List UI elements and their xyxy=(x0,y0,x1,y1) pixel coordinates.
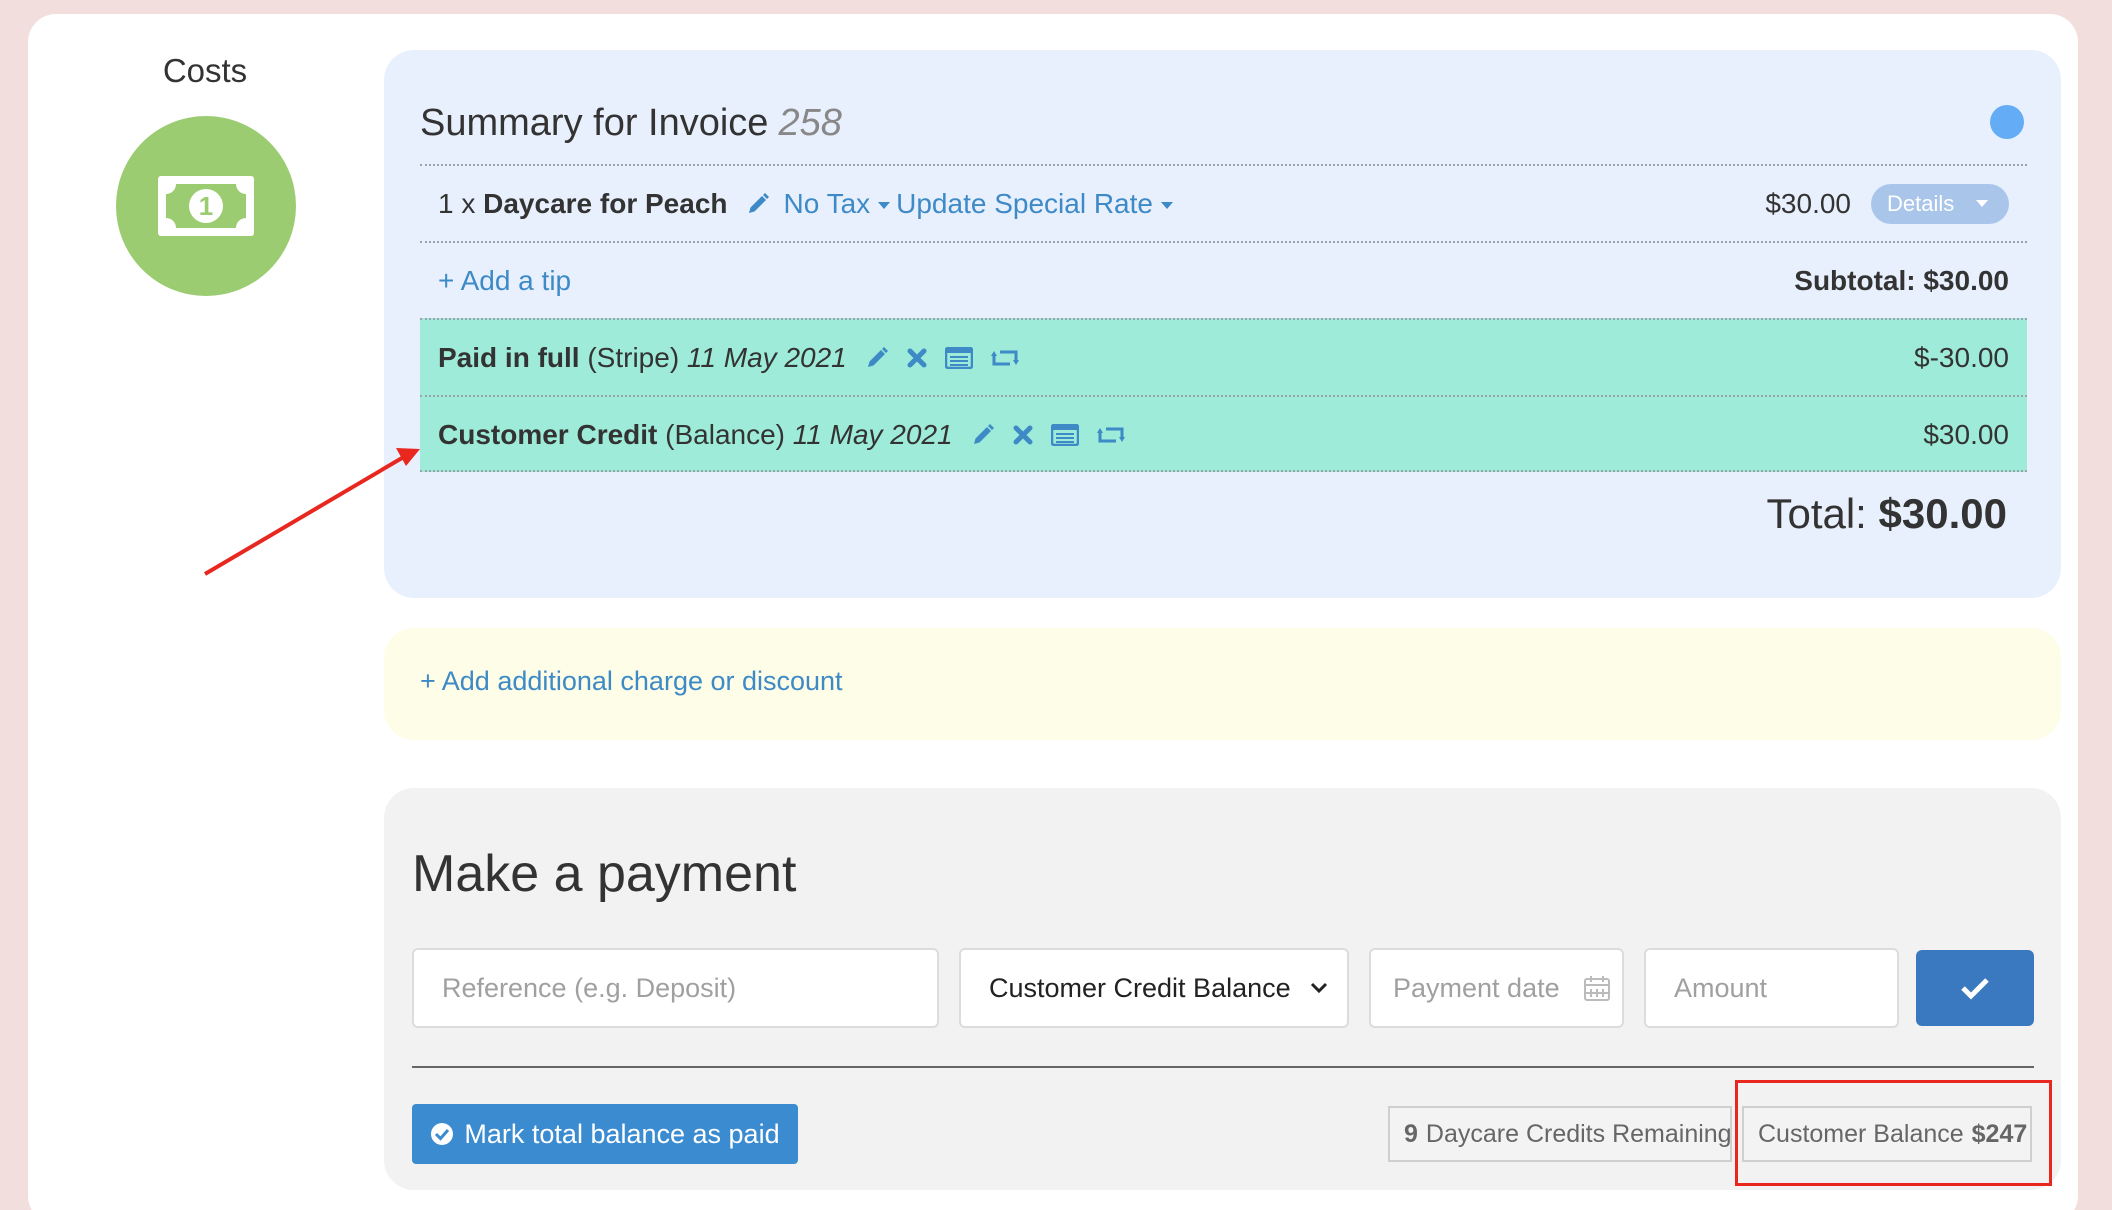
annotation-highlight-box xyxy=(1735,1080,2052,1186)
annotation-arrow xyxy=(203,448,420,576)
